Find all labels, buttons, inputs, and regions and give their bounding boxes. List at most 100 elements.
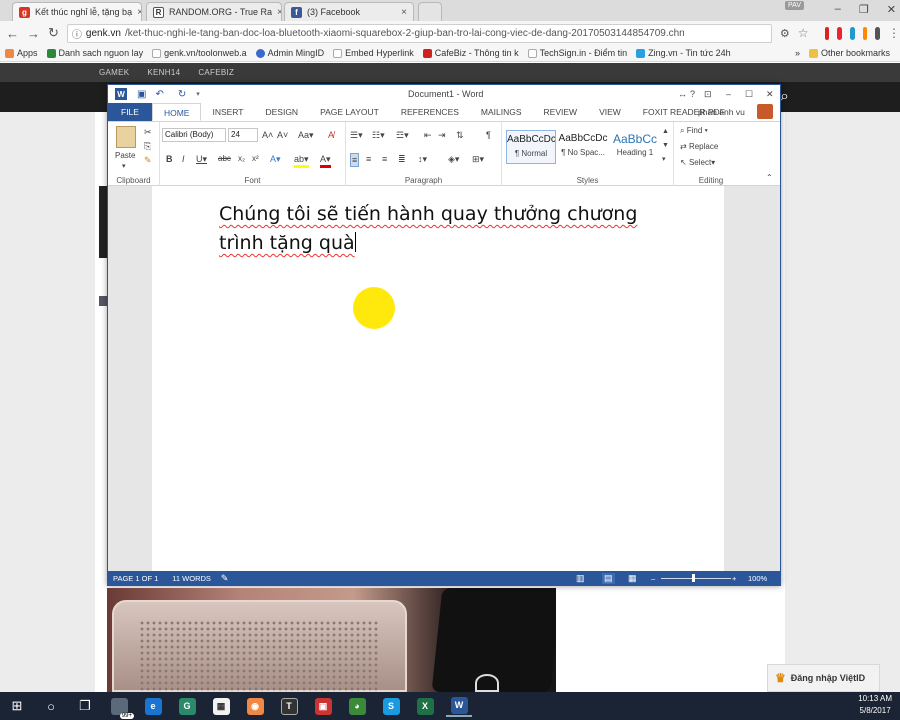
- forward-icon[interactable]: →: [27, 26, 40, 41]
- page-count[interactable]: PAGE 1 OF 1: [113, 574, 158, 583]
- paste-icon[interactable]: [116, 126, 136, 148]
- bold-icon[interactable]: B: [166, 153, 173, 165]
- taskbar-app-word[interactable]: W: [446, 695, 472, 717]
- align-right-icon[interactable]: ≡: [382, 153, 387, 165]
- menu-icon[interactable]: ⋮: [888, 26, 900, 40]
- bookmark-item[interactable]: Zing.vn - Tin tức 24h: [636, 48, 731, 58]
- format-painter-icon[interactable]: ✎: [144, 154, 152, 166]
- replace-button[interactable]: ⇄ Replace: [680, 141, 718, 153]
- highlight-icon[interactable]: ab▾: [294, 153, 309, 168]
- word-maximize-icon[interactable]: ☐: [745, 89, 753, 100]
- tab-insert[interactable]: INSERT: [201, 103, 254, 121]
- tab-facebook[interactable]: f (3) Facebook ×: [284, 2, 414, 21]
- show-formatting-icon[interactable]: ¶: [486, 129, 491, 141]
- ribbon-display-icon[interactable]: ↔: [678, 89, 687, 99]
- taskbar-app[interactable]: 99+: [106, 695, 134, 719]
- style-no-spacing[interactable]: AaBbCcDc ¶ No Spac...: [558, 130, 608, 164]
- bookmark-item[interactable]: Danh sach nguon lay: [46, 48, 143, 58]
- close-icon[interactable]: ✕: [887, 3, 896, 16]
- tab-design[interactable]: DESIGN: [254, 103, 309, 121]
- restore-icon[interactable]: ❐: [859, 3, 869, 16]
- borders-icon[interactable]: ⊞▾: [472, 153, 484, 165]
- decrease-indent-icon[interactable]: ⇤: [424, 129, 432, 141]
- tab-close-icon[interactable]: ×: [401, 7, 407, 18]
- grow-font-icon[interactable]: A˄: [262, 129, 273, 141]
- start-windows-icon[interactable]: ⊞: [4, 695, 30, 717]
- taskbar-app[interactable]: X: [412, 695, 438, 717]
- extension-icon[interactable]: [875, 26, 880, 40]
- font-size-select[interactable]: 24: [228, 128, 258, 142]
- taskbar-app[interactable]: T: [276, 695, 302, 717]
- tab-close-icon[interactable]: ×: [137, 7, 141, 18]
- minimize-icon[interactable]: –: [835, 3, 841, 15]
- bookmark-item[interactable]: Embed Hyperlink: [333, 48, 414, 58]
- site-nav-link[interactable]: CAFEBIZ: [198, 68, 234, 77]
- collapse-ribbon-icon[interactable]: ⌃: [766, 172, 773, 184]
- help-icon[interactable]: ?: [690, 89, 695, 99]
- taskbar-app[interactable]: ◕: [344, 695, 370, 717]
- tab-genk[interactable]: g Kết thúc nghỉ lễ, tặng bạ ×: [12, 2, 142, 21]
- reload-icon[interactable]: ↻: [48, 25, 59, 41]
- extension-icon[interactable]: [849, 26, 855, 40]
- tab-review[interactable]: REVIEW: [533, 103, 589, 121]
- taskbar-app[interactable]: ▦: [208, 695, 234, 717]
- underline-icon[interactable]: U▾: [196, 153, 207, 165]
- styles-more-icon[interactable]: ▾: [662, 154, 666, 166]
- back-icon[interactable]: ←: [6, 26, 19, 41]
- avatar[interactable]: [757, 104, 773, 119]
- tab-mailings[interactable]: MAILINGS: [470, 103, 533, 121]
- word-close-icon[interactable]: ✕: [766, 89, 774, 100]
- paste-dropdown-icon[interactable]: ▾: [122, 161, 126, 173]
- shrink-font-icon[interactable]: A˅: [277, 129, 288, 141]
- font-color-icon[interactable]: A▾: [320, 153, 331, 168]
- font-name-select[interactable]: Calibri (Body): [162, 128, 226, 142]
- tab-file[interactable]: FILE: [108, 103, 152, 121]
- styles-scroll-down-icon[interactable]: ▼: [662, 140, 669, 152]
- bookmark-item[interactable]: TechSign.in - Điểm tin: [527, 48, 627, 58]
- zoom-out-icon[interactable]: –: [651, 574, 655, 583]
- qat-customize-icon[interactable]: ▾: [196, 90, 200, 98]
- bookmark-item[interactable]: Apps: [5, 48, 38, 58]
- word-count[interactable]: 11 WORDS: [172, 574, 211, 583]
- task-view-icon[interactable]: ❐: [72, 695, 98, 717]
- document-text[interactable]: Chúng tôi sẽ tiến hành quay thưởng chươn…: [219, 200, 679, 258]
- strikethrough-icon[interactable]: abc: [218, 153, 231, 165]
- align-center-icon[interactable]: ≡: [366, 153, 371, 165]
- cortana-icon[interactable]: ○: [38, 695, 64, 717]
- taskbar-app[interactable]: S: [378, 695, 404, 717]
- profile-badge[interactable]: PAV: [785, 1, 804, 10]
- read-mode-icon[interactable]: ▥: [576, 573, 585, 584]
- sort-icon[interactable]: ⇅: [456, 129, 464, 141]
- change-case-icon[interactable]: Aa▾: [298, 129, 314, 141]
- tab-random[interactable]: R RANDOM.ORG - True Ra ×: [146, 2, 282, 21]
- login-button[interactable]: ♛ Đăng nhập ViệtID: [767, 664, 880, 692]
- extension-adblock-icon[interactable]: [824, 26, 830, 40]
- redo-icon[interactable]: ↻: [178, 89, 186, 100]
- zoom-level[interactable]: 100%: [748, 574, 767, 583]
- tab-home[interactable]: HOME: [151, 103, 202, 121]
- italic-icon[interactable]: I: [182, 153, 185, 165]
- increase-indent-icon[interactable]: ⇥: [438, 129, 446, 141]
- print-layout-icon[interactable]: ▤: [602, 573, 615, 584]
- cut-icon[interactable]: ✂: [144, 126, 152, 138]
- subscript-icon[interactable]: x₂: [238, 153, 245, 165]
- numbering-icon[interactable]: ☷▾: [372, 129, 385, 141]
- other-bookmarks[interactable]: Other bookmarks: [808, 48, 890, 58]
- find-button[interactable]: ⌕ Find ▾: [680, 125, 708, 137]
- bookmark-item[interactable]: CafeBiz - Thông tin k: [422, 48, 519, 58]
- search-icon[interactable]: ⌕: [780, 88, 789, 106]
- zoom-in-icon[interactable]: +: [732, 574, 736, 583]
- extension-icon[interactable]: [862, 26, 868, 40]
- zoom-slider-thumb[interactable]: [692, 574, 695, 582]
- undo-icon[interactable]: ↶: [155, 89, 163, 100]
- superscript-icon[interactable]: x²: [252, 153, 259, 165]
- extension-pinterest-icon[interactable]: [837, 26, 842, 40]
- proofing-icon[interactable]: ✎: [221, 573, 229, 584]
- style-heading-1[interactable]: AaBbCc Heading 1: [610, 130, 660, 164]
- word-minimize-icon[interactable]: –: [726, 89, 731, 99]
- page-info-icon[interactable]: ⓘ: [72, 26, 82, 41]
- save-icon[interactable]: ▣: [137, 89, 146, 100]
- copy-icon[interactable]: ⎘: [144, 140, 151, 152]
- document-page[interactable]: Chúng tôi sẽ tiến hành quay thưởng chươn…: [152, 186, 724, 571]
- system-clock[interactable]: 10:13 AM 5/8/2017: [858, 693, 892, 717]
